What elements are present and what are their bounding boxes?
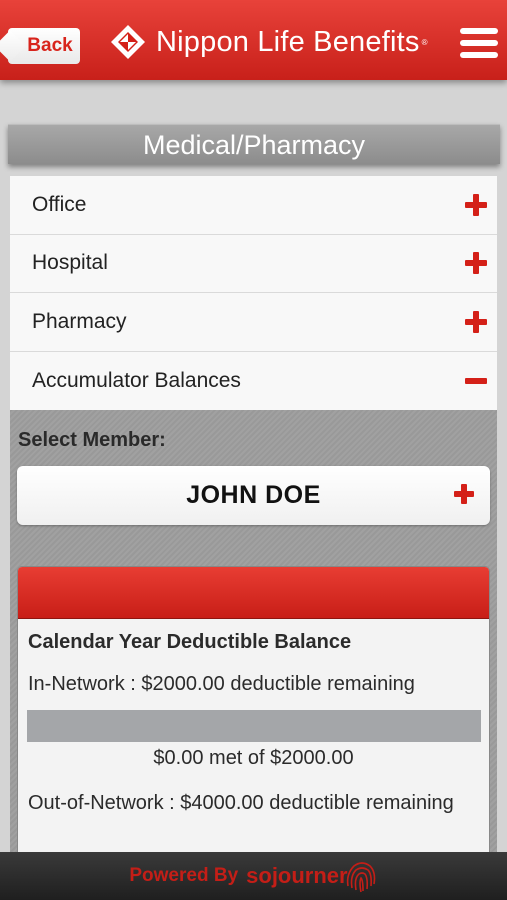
card-title: Calendar Year Deductible Balance: [28, 631, 352, 653]
minus-icon[interactable]: [465, 370, 487, 392]
registered-mark: ®: [421, 37, 428, 47]
deductible-balance-card: Calendar Year Deductible Balance In-Netw…: [17, 566, 490, 900]
card-header: [18, 567, 489, 619]
powered-by-label: Powered By: [129, 865, 239, 886]
back-button-label: Back: [27, 35, 73, 56]
member-select[interactable]: JOHN DOE: [17, 466, 490, 525]
plus-icon[interactable]: [454, 484, 474, 504]
brand-name: Nippon Life Benefits: [156, 25, 420, 58]
benefits-accordion: Office Hospital Pharmacy Accumulator Bal…: [10, 176, 497, 410]
select-member-label: Select Member:: [18, 429, 166, 451]
nippon-life-logo-icon: [111, 25, 145, 59]
plus-icon[interactable]: [465, 193, 487, 216]
hamburger-menu-icon[interactable]: [460, 28, 498, 60]
powered-by-footer: Powered By sojourner: [0, 852, 507, 900]
section-title: Medical/Pharmacy: [8, 124, 500, 164]
in-network-text: In-Network : $2000.00 deductible remaini…: [28, 673, 415, 695]
accordion-item-label: Pharmacy: [32, 309, 127, 333]
out-of-network-text: Out-of-Network : $4000.00 deductible rem…: [28, 792, 454, 814]
met-text: $0.00 met of $2000.00: [153, 747, 354, 769]
member-name: JOHN DOE: [186, 481, 321, 509]
plus-icon[interactable]: [465, 310, 487, 333]
deductible-progress-bar: [27, 710, 481, 742]
sojourner-brand: sojourner: [246, 863, 348, 888]
fingerprint-icon: [346, 862, 375, 893]
brand-logo: Nippon Life Benefits ®: [110, 24, 427, 60]
plus-icon[interactable]: [465, 252, 487, 275]
accordion-item-pharmacy[interactable]: Pharmacy: [10, 293, 497, 352]
app-header: Back Nippon Life Benefits ®: [0, 0, 507, 80]
accordion-item-hospital[interactable]: Hospital: [10, 234, 497, 293]
accordion-item-label: Accumulator Balances: [32, 368, 241, 392]
accordion-item-label: Office: [32, 192, 87, 216]
accordion-item-accumulator-balances[interactable]: Accumulator Balances: [10, 351, 497, 410]
accordion-item-office[interactable]: Office: [10, 176, 497, 235]
accumulator-panel: Select Member: JOHN DOE Calendar Year De…: [10, 410, 497, 900]
back-button[interactable]: Back: [8, 28, 80, 64]
accordion-item-label: Hospital: [32, 251, 108, 275]
